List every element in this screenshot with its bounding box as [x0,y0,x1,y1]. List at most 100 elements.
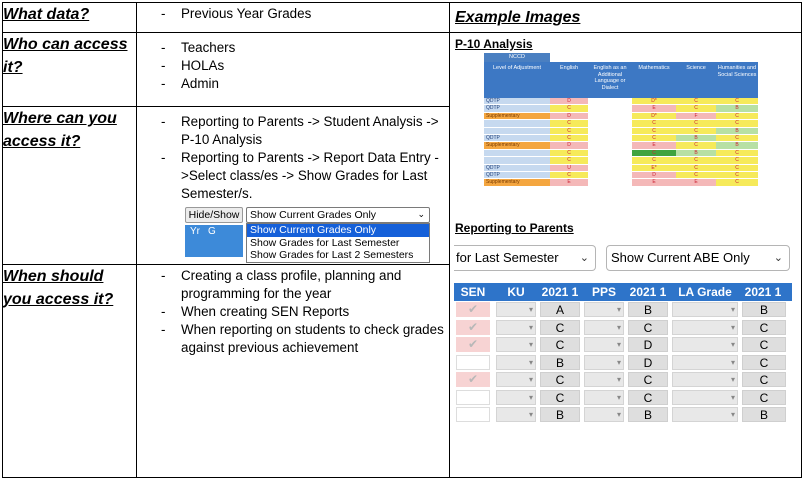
grade-cell [588,179,632,187]
level-cell: QDTP [484,134,550,143]
level-cell [484,157,550,165]
p10-row: Supplementary D D* F C [484,112,758,121]
la-grade-select[interactable] [672,407,738,422]
level-cell: Supplementary [484,112,550,121]
grade-cell: C [716,157,758,165]
question-cell: Who can access it? [2,32,137,107]
question-when-access: When should you access it? [3,268,114,308]
rtp-header: SEN [460,285,486,299]
table-row: ✔ A B B [454,301,792,319]
option-current-grades[interactable]: Show Current Grades Only [247,224,429,237]
grade-cell: C [716,98,758,106]
ku-select[interactable] [496,337,536,352]
la-grade-select[interactable] [672,302,738,317]
question-cell: Where can you access it? [2,106,137,265]
rtp-header: PPS [591,285,616,299]
ku-select[interactable] [496,407,536,422]
pps-select[interactable] [584,337,624,352]
grade-cell: C [550,149,588,158]
rtp-header: 2021 1 [629,285,667,299]
p10-row: Supplementary D E C B [484,142,758,150]
grade-cell: C [716,164,758,172]
grade-cell: C [716,149,758,158]
sen-check-cell[interactable] [456,407,490,422]
grade-cell: B [676,149,716,158]
grade-cell [588,120,632,128]
answer-cell: Previous Year Grades [136,2,450,33]
option-last-2-semesters[interactable]: Show Grades for Last 2 Semesters [247,249,429,262]
ku-select[interactable] [496,354,536,370]
rtp-rows: ✔ABB✔CCC✔CDCBDC✔CCCCCCBBB [454,301,792,424]
p10-row: QDTP U E* C C [484,164,758,172]
p10-row: CCCC [484,120,758,128]
p10-grid: QDTP D D* C C QDTP C E C B Supplementary D D* F C C C C C C… [484,98,758,187]
grade-cell: C [716,134,758,143]
grade-cell: E [632,142,676,150]
ku-select[interactable] [496,319,536,335]
grade-cell: E* [632,164,676,172]
pps-select[interactable] [584,354,624,370]
p10-analysis-caption: P-10 Analysis [455,37,533,51]
grade-cell: C [540,389,580,405]
list-item: Admin [137,75,449,93]
answer-list: Creating a class profile, planning and p… [137,265,449,357]
grade-cell: C [676,157,716,165]
la-grade-select[interactable] [672,354,738,370]
semester-dropdown[interactable]: for Last Semester ⌄ [454,245,596,271]
level-cell [484,120,550,128]
ku-select[interactable] [496,302,536,317]
level-cell: Supplementary [484,179,550,187]
la-grade-select[interactable] [672,337,738,352]
la-grade-select[interactable] [672,372,738,387]
la-grade-select[interactable] [672,389,738,405]
pps-select[interactable] [584,319,624,335]
pps-select[interactable] [584,407,624,422]
grade-cell [588,127,632,135]
p10-header: Level of Adjustment [492,65,541,71]
sen-check-cell[interactable]: ✔ [456,302,490,317]
grade-cell [588,142,632,150]
list-item: Creating a class profile, planning and p… [137,267,449,303]
pps-select[interactable] [584,372,624,387]
answer-list: Previous Year Grades [137,3,449,23]
ku-select[interactable] [496,372,536,387]
ku-select[interactable] [496,389,536,405]
abe-dropdown[interactable]: Show Current ABE Only ⌄ [606,245,790,271]
question-who-can-access: Who can access it? [3,36,128,76]
grade-cell: C [628,372,668,387]
p10-row: CCCC [484,157,758,165]
p10-header: English as an Additional Language or Dia… [593,65,627,91]
grade-cell: E [632,179,676,187]
grades-select[interactable]: Show Current Grades Only ⌄ [246,207,430,223]
sen-check-cell[interactable]: ✔ [456,372,490,387]
nccd-header: NCCD [484,53,550,62]
grade-view-dropdown-sample: Hide/Show Show Current Grades Only ⌄ Yr G … [185,207,433,263]
grade-cell: C [632,134,676,143]
grade-cell: B [742,302,786,317]
grade-cell: B [716,127,758,135]
grade-cell: C [742,337,786,352]
table-row: BBB [454,406,792,424]
la-grade-select[interactable] [672,319,738,335]
examples-cell: P-10 Analysis NCCD Level of Adjustment E… [449,32,802,478]
grade-cell: C [550,127,588,135]
answer-cell: Creating a class profile, planning and p… [136,264,450,478]
level-cell: QDTP [484,164,550,172]
grade-cell: D [632,171,676,180]
rtp-header: LA Grade [678,285,732,299]
hide-show-button[interactable]: Hide/Show [185,207,243,223]
answer-list: Teachers HOLAs Admin [137,33,449,93]
answer-list: Reporting to Parents -> Student Analysis… [137,107,449,203]
rtp-header: 2021 1 [744,285,782,299]
list-item: Previous Year Grades [137,5,449,23]
pps-select[interactable] [584,389,624,405]
question-cell: When should you access it? [2,264,137,478]
sen-check-cell[interactable]: ✔ [456,319,490,335]
sen-check-cell[interactable] [456,389,490,405]
grade-cell: C [632,157,676,165]
sen-check-cell[interactable]: ✔ [456,337,490,352]
pps-select[interactable] [584,302,624,317]
option-last-semester[interactable]: Show Grades for Last Semester [247,237,429,250]
sen-check-cell[interactable] [456,354,490,370]
grade-cell: C [540,337,580,352]
